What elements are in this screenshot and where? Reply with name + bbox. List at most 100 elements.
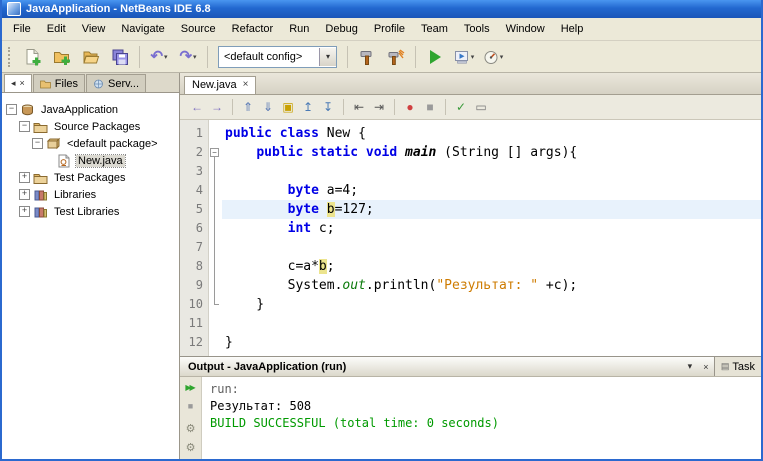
code-line-3[interactable] [222,162,761,181]
line-number[interactable]: 6 [180,219,208,238]
code-line-6[interactable]: int c; [222,219,761,238]
shift-right-icon[interactable]: ⇥ [370,98,388,116]
line-number[interactable]: 11 [180,314,208,333]
menu-window[interactable]: Window [498,18,553,40]
code-line-5[interactable]: byte b=127; [222,200,761,219]
run-project-button[interactable] [421,43,449,71]
previous-bookmark-icon[interactable]: ↥ [299,98,317,116]
menu-profile[interactable]: Profile [366,18,413,40]
tree-item-new-java[interactable]: New.java [2,152,179,169]
tab-services[interactable]: Serv... [86,74,146,92]
config-combobox[interactable]: <default config> ▾ [218,46,337,68]
ant-settings-button[interactable]: ⚙ [182,423,199,437]
clean-build-project-button[interactable] [382,43,410,71]
code-line-2[interactable]: public static void main (String [] args)… [222,143,761,162]
line-number[interactable]: 12 [180,333,208,352]
line-number[interactable]: 4 [180,181,208,200]
tab-projects[interactable]: ◂ × [4,74,32,92]
debug-project-button[interactable]: ▾ [450,43,478,71]
line-number[interactable]: 1 [180,124,208,143]
line-number[interactable]: 8 [180,257,208,276]
editor-tab-new-java[interactable]: New.java × [184,76,256,94]
record-macro-icon[interactable]: ● [401,98,419,116]
float-window-icon[interactable]: ▾ [682,361,698,372]
open-project-button[interactable] [77,43,105,71]
collapse-icon[interactable]: − [6,104,17,115]
back-icon[interactable]: ← [188,98,206,116]
hammer-icon [358,48,376,66]
close-group-icon[interactable]: × [20,79,25,88]
output-options-button[interactable]: ⚙ [182,442,199,456]
redo-button[interactable]: ↷ ▾ [174,43,202,71]
expand-icon[interactable]: + [19,189,30,200]
line-number[interactable]: 2 [180,143,208,162]
tree-item-test-libraries[interactable]: +Test Libraries [2,203,179,220]
menu-help[interactable]: Help [553,18,592,40]
output-text[interactable]: run:Результат: 508BUILD SUCCESSFUL (tota… [202,377,761,459]
fold-column[interactable]: − [209,120,222,356]
build-project-button[interactable] [353,43,381,71]
tasks-tab-label: Task [732,361,755,373]
line-number[interactable]: 7 [180,238,208,257]
stop-macro-icon[interactable]: ■ [421,98,439,116]
fold-toggle-icon[interactable]: − [209,143,222,162]
stop-build-button[interactable]: ■ [182,400,199,414]
menu-run[interactable]: Run [281,18,317,40]
next-bookmark-icon[interactable]: ↧ [319,98,337,116]
close-output-icon[interactable]: × [698,362,714,372]
chevron-down-icon[interactable]: ▾ [319,48,336,66]
close-icon[interactable]: × [243,80,249,90]
line-number[interactable]: 10 [180,295,208,314]
menu-team[interactable]: Team [413,18,456,40]
editor-body[interactable]: 123456789101112 − public class New { pub… [180,120,761,356]
shift-left-icon[interactable]: ⇤ [350,98,368,116]
menu-refactor[interactable]: Refactor [224,18,282,40]
uncomment-icon[interactable]: ▭ [472,98,490,116]
code-line-4[interactable]: byte a=4; [222,181,761,200]
code-line-7[interactable] [222,238,761,257]
rerun-button[interactable]: ▶▶ [182,381,199,395]
save-all-button[interactable] [106,43,134,71]
code-line-8[interactable]: c=a*b; [222,257,761,276]
profile-project-button[interactable]: ▾ [479,43,507,71]
tree-item-javaapplication[interactable]: −JavaApplication [2,101,179,118]
find-next-icon[interactable]: ⇓ [259,98,277,116]
expand-icon[interactable]: + [19,206,30,217]
menu-tools[interactable]: Tools [456,18,498,40]
line-number[interactable]: 9 [180,276,208,295]
menu-navigate[interactable]: Navigate [113,18,172,40]
expand-icon[interactable]: + [19,172,30,183]
code-line-9[interactable]: System.out.println("Результат: " +c); [222,276,761,295]
menu-debug[interactable]: Debug [317,18,365,40]
minimize-group-icon[interactable]: ◂ [11,79,16,88]
code-area[interactable]: public class New { public static void ma… [222,120,761,356]
menu-source[interactable]: Source [173,18,224,40]
code-line-11[interactable] [222,314,761,333]
toolbar-grip[interactable] [8,47,15,67]
collapse-icon[interactable]: − [19,121,30,132]
undo-button[interactable]: ↶ ▾ [145,43,173,71]
toggle-highlight-icon[interactable]: ▣ [279,98,297,116]
collapse-icon[interactable]: − [32,138,43,149]
menu-edit[interactable]: Edit [39,18,74,40]
tab-tasks[interactable]: ▤ Task [714,357,761,376]
new-file-button[interactable] [19,43,47,71]
tree-item-default-package[interactable]: −<default package> [2,135,179,152]
comment-icon[interactable]: ✓ [452,98,470,116]
menu-file[interactable]: File [5,18,39,40]
tree-item-test-packages[interactable]: +Test Packages [2,169,179,186]
editor-gutter[interactable]: 123456789101112 [180,120,209,356]
code-line-10[interactable]: } [222,295,761,314]
code-line-1[interactable]: public class New { [222,124,761,143]
code-line-12[interactable]: } [222,333,761,352]
tab-files[interactable]: Files [33,74,85,92]
tree-item-source-packages[interactable]: −Source Packages [2,118,179,135]
line-number[interactable]: 3 [180,162,208,181]
spacer [45,156,54,165]
tree-item-libraries[interactable]: +Libraries [2,186,179,203]
new-project-button[interactable] [48,43,76,71]
find-previous-icon[interactable]: ⇑ [239,98,257,116]
line-number[interactable]: 5 [180,200,208,219]
menu-view[interactable]: View [74,18,114,40]
forward-icon[interactable]: → [208,98,226,116]
